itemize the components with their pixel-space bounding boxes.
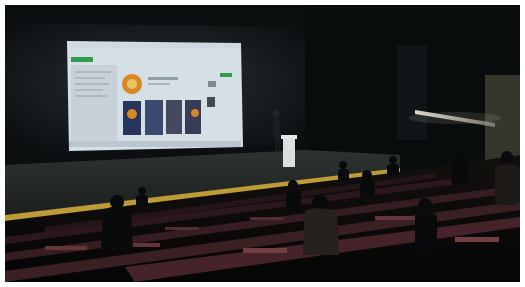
photo-frame [5, 5, 520, 282]
auditorium-photo [5, 5, 520, 282]
